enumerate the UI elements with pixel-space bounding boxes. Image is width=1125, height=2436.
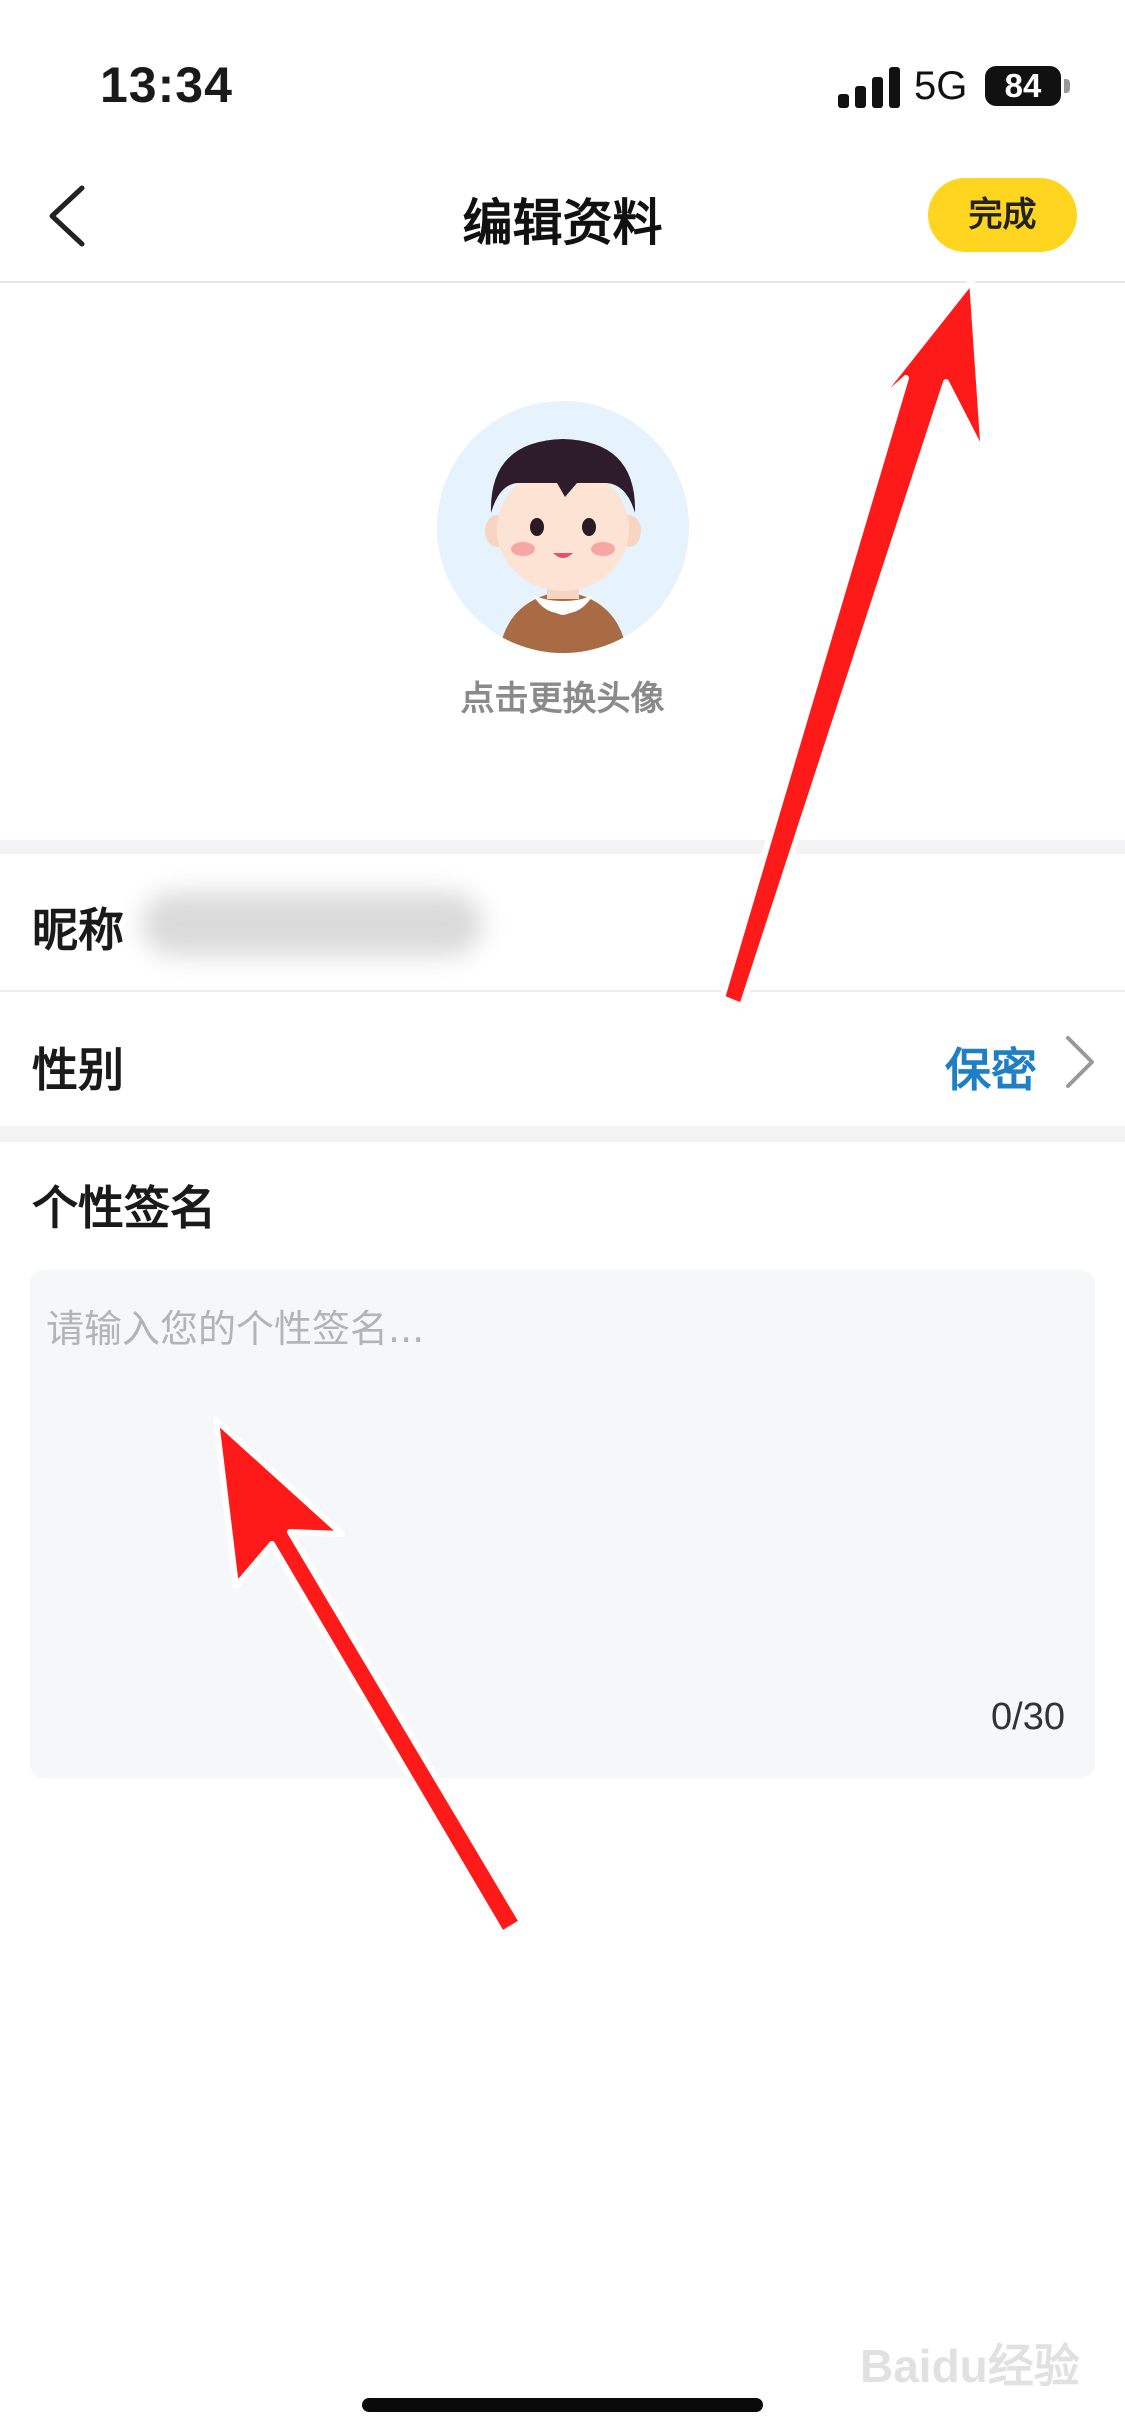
home-indicator xyxy=(362,2398,763,2412)
signature-label: 个性签名 xyxy=(32,1181,216,1235)
nickname-label: 昵称 xyxy=(32,903,124,957)
battery-cap xyxy=(1064,79,1070,93)
signature-char-counter: 0/30 xyxy=(991,1696,1065,1738)
section-divider xyxy=(0,1126,1125,1142)
gender-row[interactable]: 性别 保密 xyxy=(0,992,1125,1126)
signature-input[interactable]: 请输入您的个性签名... 0/30 xyxy=(30,1270,1095,1778)
gender-value: 保密 xyxy=(945,1043,1037,1097)
avatar[interactable] xyxy=(437,401,689,653)
chevron-right-icon xyxy=(1066,1036,1094,1088)
nav-bar: 编辑资料 完成 xyxy=(0,150,1125,283)
signal-icon xyxy=(838,66,900,108)
status-bar: 13:34 5G 84 xyxy=(0,0,1125,150)
change-avatar-hint[interactable]: 点击更换头像 xyxy=(0,671,1125,720)
avatar-section: 点击更换头像 xyxy=(0,283,1125,840)
signature-placeholder: 请输入您的个性签名... xyxy=(46,1307,425,1351)
avatar-illustration-icon xyxy=(437,401,689,653)
nickname-value-redacted[interactable] xyxy=(142,892,482,956)
network-type: 5G xyxy=(914,64,968,108)
status-time: 13:34 xyxy=(100,57,233,113)
nickname-row[interactable]: 昵称 xyxy=(0,854,1125,990)
done-button[interactable]: 完成 xyxy=(928,178,1077,252)
gender-label: 性别 xyxy=(32,1043,124,1097)
section-divider xyxy=(0,840,1125,854)
edit-profile-screen: 13:34 5G 84 编辑资料 完成 点击更换头像 昵称 性别 保密 个性签名… xyxy=(0,0,1125,2436)
watermark: Baidu经验 xyxy=(860,2340,1080,2392)
battery-icon: 84 xyxy=(985,66,1061,106)
